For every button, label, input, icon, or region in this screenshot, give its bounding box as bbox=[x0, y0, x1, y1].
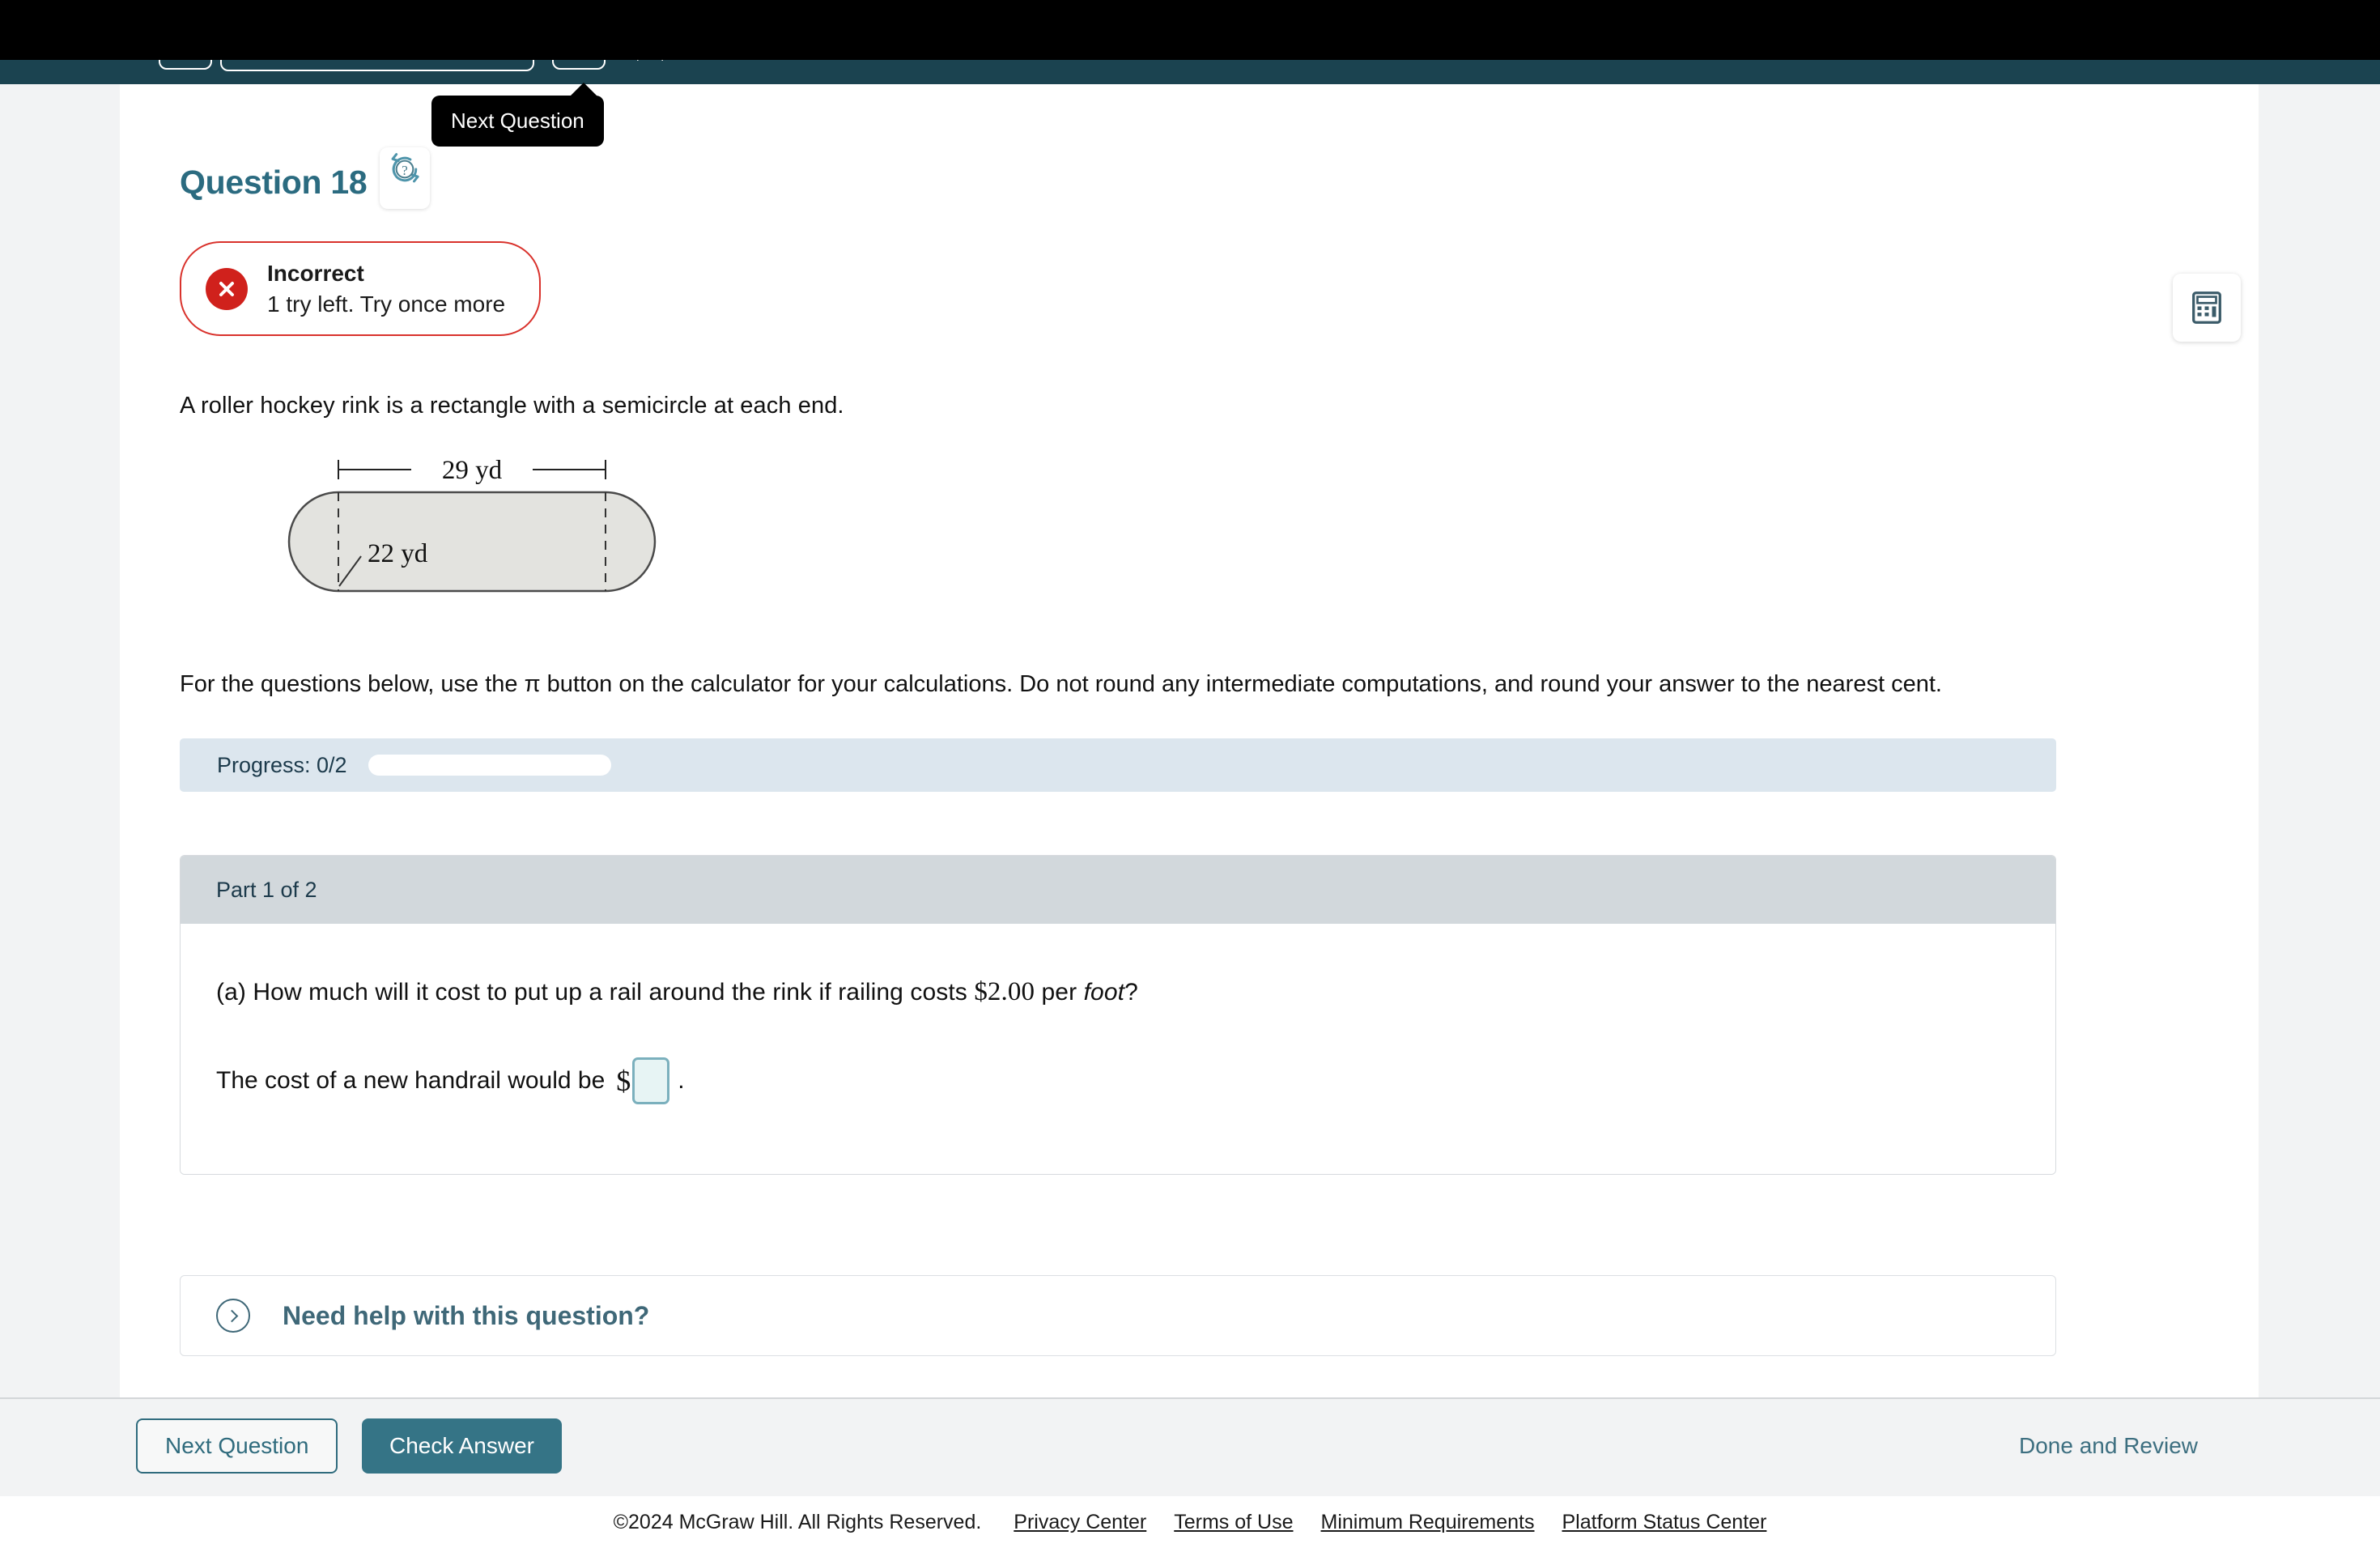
copyright-text: ©2024 McGraw Hill. All Rights Reserved. bbox=[613, 1510, 982, 1533]
chevron-right-circle-icon bbox=[216, 1299, 250, 1333]
need-help-panel[interactable]: Need help with this question? bbox=[180, 1275, 2056, 1357]
instructions-text: For the questions below, use the π butto… bbox=[180, 671, 1942, 697]
part-panel: Part 1 of 2 (a) How much will it cost to… bbox=[180, 855, 2056, 1176]
problem-statement: A roller hockey rink is a rectangle with… bbox=[180, 393, 844, 419]
sub-question-after: ? bbox=[1124, 979, 1138, 1006]
answer-prefix: The cost of a new handrail would be bbox=[216, 1067, 606, 1095]
question-sheet: Question 18 ? Incorrect 1 try left. Try … bbox=[120, 84, 2259, 1397]
sub-question-prefix: (a) bbox=[216, 979, 246, 1006]
question-content: Question 18 ? Incorrect 1 try left. Try … bbox=[180, 84, 2195, 1357]
calculator-button[interactable] bbox=[2173, 274, 2241, 342]
calculator-icon bbox=[2192, 291, 2221, 324]
question-heading-row: Question 18 ? bbox=[180, 147, 2195, 209]
next-question-footer-button[interactable]: Next Question bbox=[136, 1418, 338, 1474]
svg-text:?: ? bbox=[402, 163, 409, 178]
privacy-center-link[interactable]: Privacy Center bbox=[1014, 1511, 1146, 1534]
figure-width-label: 29 yd bbox=[442, 456, 503, 485]
figure-height-label: 22 yd bbox=[368, 539, 428, 568]
page-title: Question 18 bbox=[180, 163, 368, 201]
sub-question-text: How much will it cost to put up a rail a… bbox=[253, 979, 967, 1006]
need-help-label: Need help with this question? bbox=[283, 1300, 650, 1330]
progress-bar: Progress: 0/2 bbox=[180, 738, 2056, 793]
answer-row: The cost of a new handrail would be $ . bbox=[216, 1057, 2020, 1105]
roller-hockey-rink-diagram: 29 yd 22 yd bbox=[257, 442, 2195, 644]
terms-of-use-link[interactable]: Terms of Use bbox=[1174, 1511, 1293, 1534]
done-and-review-button[interactable]: Done and Review bbox=[1993, 1418, 2225, 1474]
sub-question-a: (a) How much will it cost to put up a ra… bbox=[216, 977, 2020, 1007]
error-x-icon bbox=[206, 267, 248, 310]
new-question-button[interactable]: ? bbox=[380, 147, 431, 209]
status-badge: Incorrect 1 try left. Try once more bbox=[180, 241, 542, 336]
progress-label: Progress: 0/2 bbox=[217, 752, 347, 777]
minimum-requirements-link[interactable]: Minimum Requirements bbox=[1321, 1511, 1535, 1534]
currency-symbol: $ bbox=[616, 1065, 631, 1098]
part-body: (a) How much will it cost to put up a ra… bbox=[181, 924, 2055, 1175]
screen-top-black-bar bbox=[0, 0, 2380, 60]
progress-track bbox=[368, 755, 611, 776]
sub-question-mid: per bbox=[1041, 979, 1077, 1006]
app-screen: Question 18 of 20 Next Question Question… bbox=[0, 0, 2380, 1548]
alert-title: Incorrect bbox=[267, 261, 364, 286]
refresh-question-icon: ? bbox=[391, 153, 419, 183]
answer-period: . bbox=[678, 1067, 685, 1095]
check-answer-button[interactable]: Check Answer bbox=[362, 1418, 562, 1474]
alert-text: Incorrect 1 try left. Try once more bbox=[267, 259, 505, 318]
sub-question-price: $2.00 bbox=[974, 977, 1035, 1007]
next-question-tooltip: Next Question bbox=[431, 83, 604, 147]
sub-question-unit: foot bbox=[1083, 979, 1125, 1006]
page-footer: ©2024 McGraw Hill. All Rights Reserved. … bbox=[0, 1496, 2380, 1548]
part-header: Part 1 of 2 bbox=[181, 856, 2055, 925]
alert-subtitle: 1 try left. Try once more bbox=[267, 291, 506, 317]
answer-input[interactable] bbox=[632, 1057, 670, 1105]
platform-status-center-link[interactable]: Platform Status Center bbox=[1562, 1511, 1766, 1534]
